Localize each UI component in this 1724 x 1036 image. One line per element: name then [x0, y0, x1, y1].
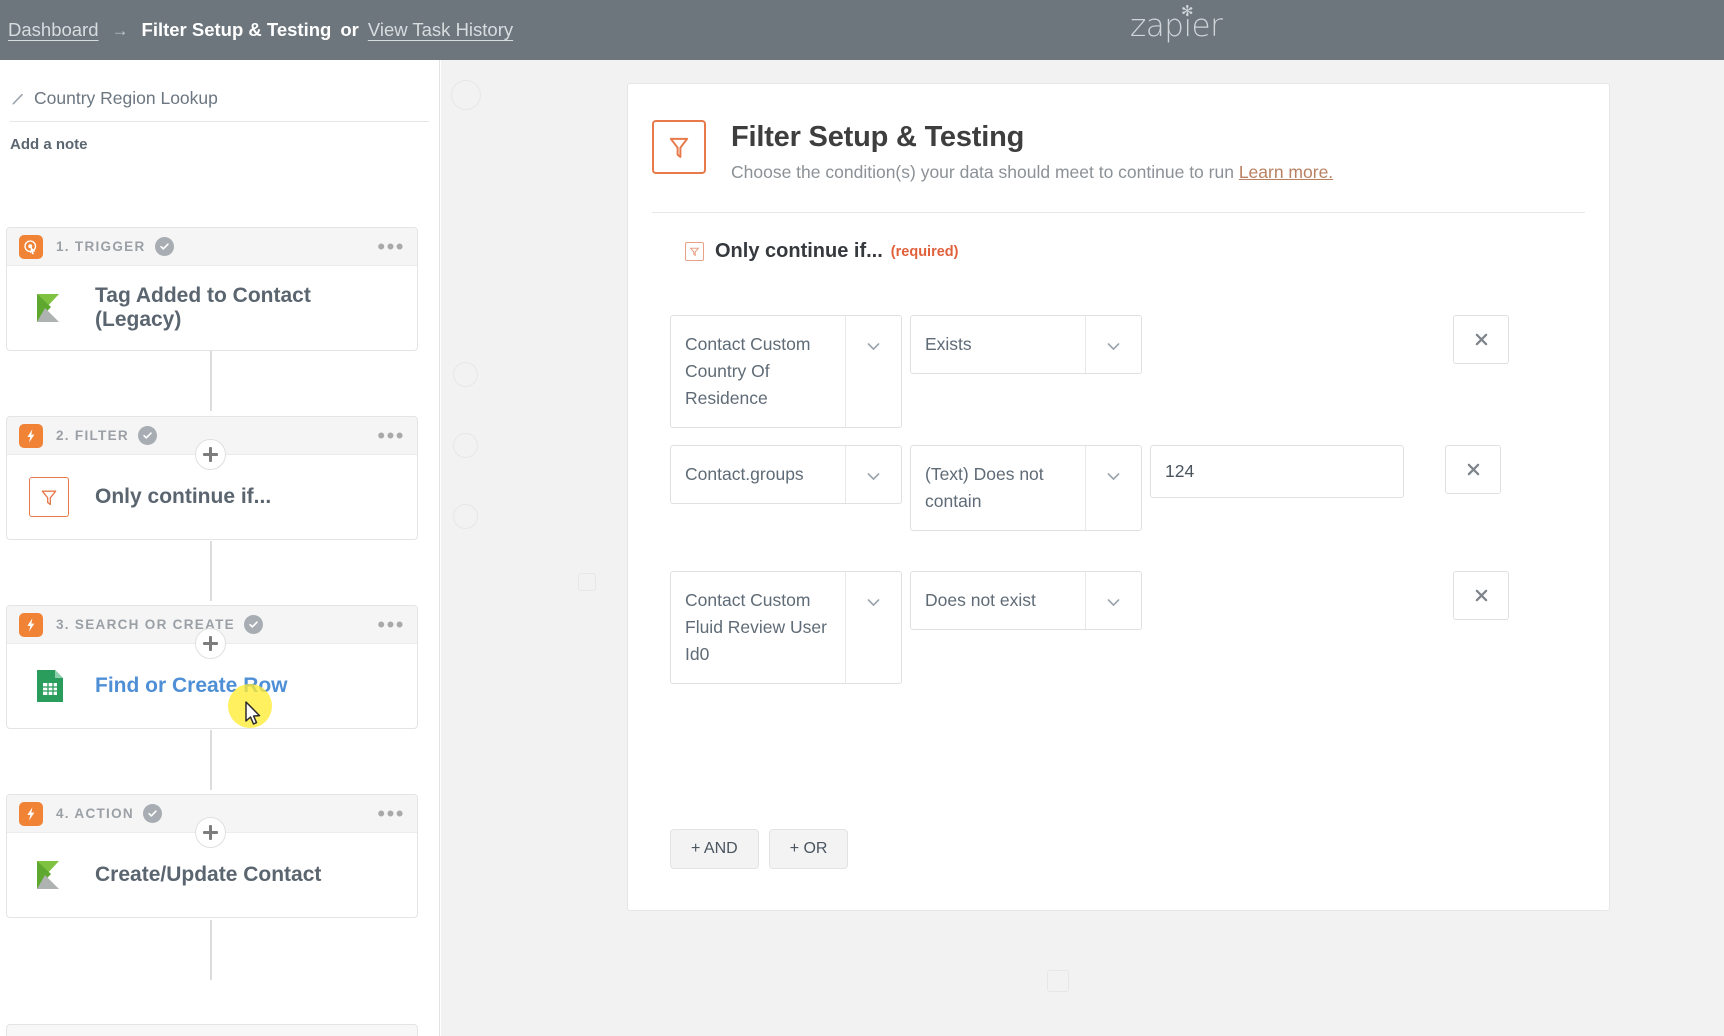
page-subtitle: Choose the condition(s) your data should…: [731, 162, 1333, 183]
condition-operator-value: (Text) Does not contain: [911, 446, 1085, 530]
zapier-logo-text: zapier: [1130, 8, 1222, 44]
remove-condition-button[interactable]: [1445, 445, 1501, 494]
step-header[interactable]: 1. TRIGGER •••: [7, 228, 417, 266]
required-badge: (required): [891, 244, 959, 260]
breadcrumb-or-text: or: [340, 19, 359, 41]
condition-field-value: Contact.groups: [671, 446, 845, 503]
only-continue-if-section-header: Only continue if... (required): [685, 240, 1609, 263]
logic-buttons: + AND + OR: [670, 829, 848, 869]
chevron-down-icon[interactable]: [1085, 446, 1141, 530]
chevron-down-icon[interactable]: [845, 572, 901, 683]
step-body[interactable]: Tag Added to Contact (Legacy): [7, 266, 417, 350]
connector-line: [210, 730, 212, 790]
top-bar: Dashboard → Filter Setup & Testing or Vi…: [0, 0, 1724, 60]
add-or-condition-button[interactable]: + OR: [769, 829, 849, 869]
step-options-menu-icon[interactable]: •••: [377, 431, 405, 441]
remove-condition-button[interactable]: [1453, 315, 1509, 364]
main-content: Filter Setup & Testing Choose the condit…: [441, 60, 1724, 1036]
condition-operator-value: Exists: [911, 316, 1085, 373]
breadcrumb-current: Filter Setup & Testing: [142, 19, 332, 41]
trigger-app-icon: [19, 235, 43, 259]
step-card-filter[interactable]: 2. FILTER ••• Only continue if...: [6, 416, 418, 540]
background-decoration: [453, 433, 478, 458]
condition-row: Contact Custom Fluid Review User Id0 Doe…: [670, 571, 1509, 684]
condition-field-select[interactable]: Contact Custom Fluid Review User Id0: [670, 571, 902, 684]
filter-funnel-icon: [652, 120, 706, 174]
view-task-history-link[interactable]: View Task History: [368, 19, 513, 41]
chevron-down-icon[interactable]: [1085, 572, 1141, 629]
search-create-app-icon: [19, 613, 43, 637]
step-kind-label: 2. FILTER: [56, 428, 129, 443]
pencil-icon: [10, 91, 26, 107]
background-decoration: [453, 362, 478, 387]
condition-row: Contact Custom Country Of Residence Exis…: [670, 315, 1509, 428]
zapier-logo-star-icon: ✻: [1181, 2, 1193, 20]
condition-field-value: Contact Custom Fluid Review User Id0: [671, 572, 845, 683]
condition-operator-select[interactable]: Does not exist: [910, 571, 1142, 630]
section-title: Only continue if...: [715, 240, 883, 263]
mouse-cursor-icon: [243, 700, 265, 728]
zapier-logo[interactable]: zapier ✻: [1130, 8, 1222, 44]
add-step-between-button[interactable]: [195, 439, 226, 470]
infusionsoft-icon: [29, 288, 69, 328]
connector-line: [210, 920, 212, 980]
step-options-menu-icon[interactable]: •••: [377, 809, 405, 819]
step-name: Create/Update Contact: [95, 863, 321, 887]
chevron-down-icon[interactable]: [845, 446, 901, 503]
condition-field-select[interactable]: Contact.groups: [670, 445, 902, 504]
filter-app-icon: [19, 424, 43, 448]
infusionsoft-icon: [29, 855, 69, 895]
add-a-note-button[interactable]: Add a note: [10, 136, 439, 153]
add-a-step-button[interactable]: + Add a Step: [6, 1024, 418, 1036]
add-step-between-button[interactable]: [195, 817, 226, 848]
zap-title-row[interactable]: Country Region Lookup: [10, 88, 429, 122]
action-app-icon: [19, 802, 43, 826]
condition-value-input[interactable]: 124: [1150, 445, 1404, 498]
background-decoration: [1047, 970, 1069, 992]
page-title: Filter Setup & Testing: [731, 121, 1333, 154]
condition-row: Contact.groups (Text) Does not contain 1…: [670, 445, 1501, 531]
step-name: Only continue if...: [95, 485, 271, 509]
condition-field-select[interactable]: Contact Custom Country Of Residence: [670, 315, 902, 428]
subtitle-text: Choose the condition(s) your data should…: [731, 162, 1239, 182]
step-complete-check-icon: [143, 804, 162, 823]
learn-more-link[interactable]: Learn more.: [1239, 162, 1333, 182]
connector-line: [210, 351, 212, 411]
header-divider: [652, 212, 1585, 213]
breadcrumb: Dashboard → Filter Setup & Testing or Vi…: [8, 19, 513, 41]
filter-setup-panel: Filter Setup & Testing Choose the condit…: [627, 83, 1610, 911]
step-card-search-or-create[interactable]: 3. SEARCH OR CREATE •••: [6, 605, 418, 729]
condition-operator-value: Does not exist: [911, 572, 1085, 629]
chevron-down-icon[interactable]: [845, 316, 901, 427]
step-kind-label: 4. ACTION: [56, 806, 134, 821]
background-decoration: [451, 80, 481, 110]
zap-sidebar: Country Region Lookup Add a note 1. TRIG…: [0, 60, 440, 1036]
step-options-menu-icon[interactable]: •••: [377, 242, 405, 252]
condition-operator-select[interactable]: Exists: [910, 315, 1142, 374]
step-complete-check-icon: [244, 615, 263, 634]
step-complete-check-icon: [138, 426, 157, 445]
google-sheets-icon: [29, 666, 69, 706]
breadcrumb-dashboard-link[interactable]: Dashboard: [8, 19, 99, 41]
step-options-menu-icon[interactable]: •••: [377, 620, 405, 630]
step-card-trigger[interactable]: 1. TRIGGER ••• Tag Added to Contact (Leg…: [6, 227, 418, 351]
panel-header: Filter Setup & Testing Choose the condit…: [628, 84, 1609, 183]
background-decoration: [578, 573, 596, 591]
condition-operator-select[interactable]: (Text) Does not contain: [910, 445, 1142, 531]
chevron-down-icon[interactable]: [1085, 316, 1141, 373]
mini-funnel-icon: [685, 242, 704, 261]
filter-funnel-icon: [29, 477, 69, 517]
remove-condition-button[interactable]: [1453, 571, 1509, 620]
add-step-between-button[interactable]: [195, 628, 226, 659]
step-complete-check-icon: [155, 237, 174, 256]
background-decoration: [453, 504, 478, 529]
add-and-condition-button[interactable]: + AND: [670, 829, 759, 869]
breadcrumb-arrow-icon: →: [112, 21, 129, 41]
step-kind-label: 1. TRIGGER: [56, 239, 146, 254]
connector-line: [210, 541, 212, 601]
condition-field-value: Contact Custom Country Of Residence: [671, 316, 845, 427]
step-card-action[interactable]: 4. ACTION ••• Create/Update Contact: [6, 794, 418, 918]
zap-title: Country Region Lookup: [34, 88, 218, 109]
step-name: Tag Added to Contact (Legacy): [95, 284, 395, 332]
